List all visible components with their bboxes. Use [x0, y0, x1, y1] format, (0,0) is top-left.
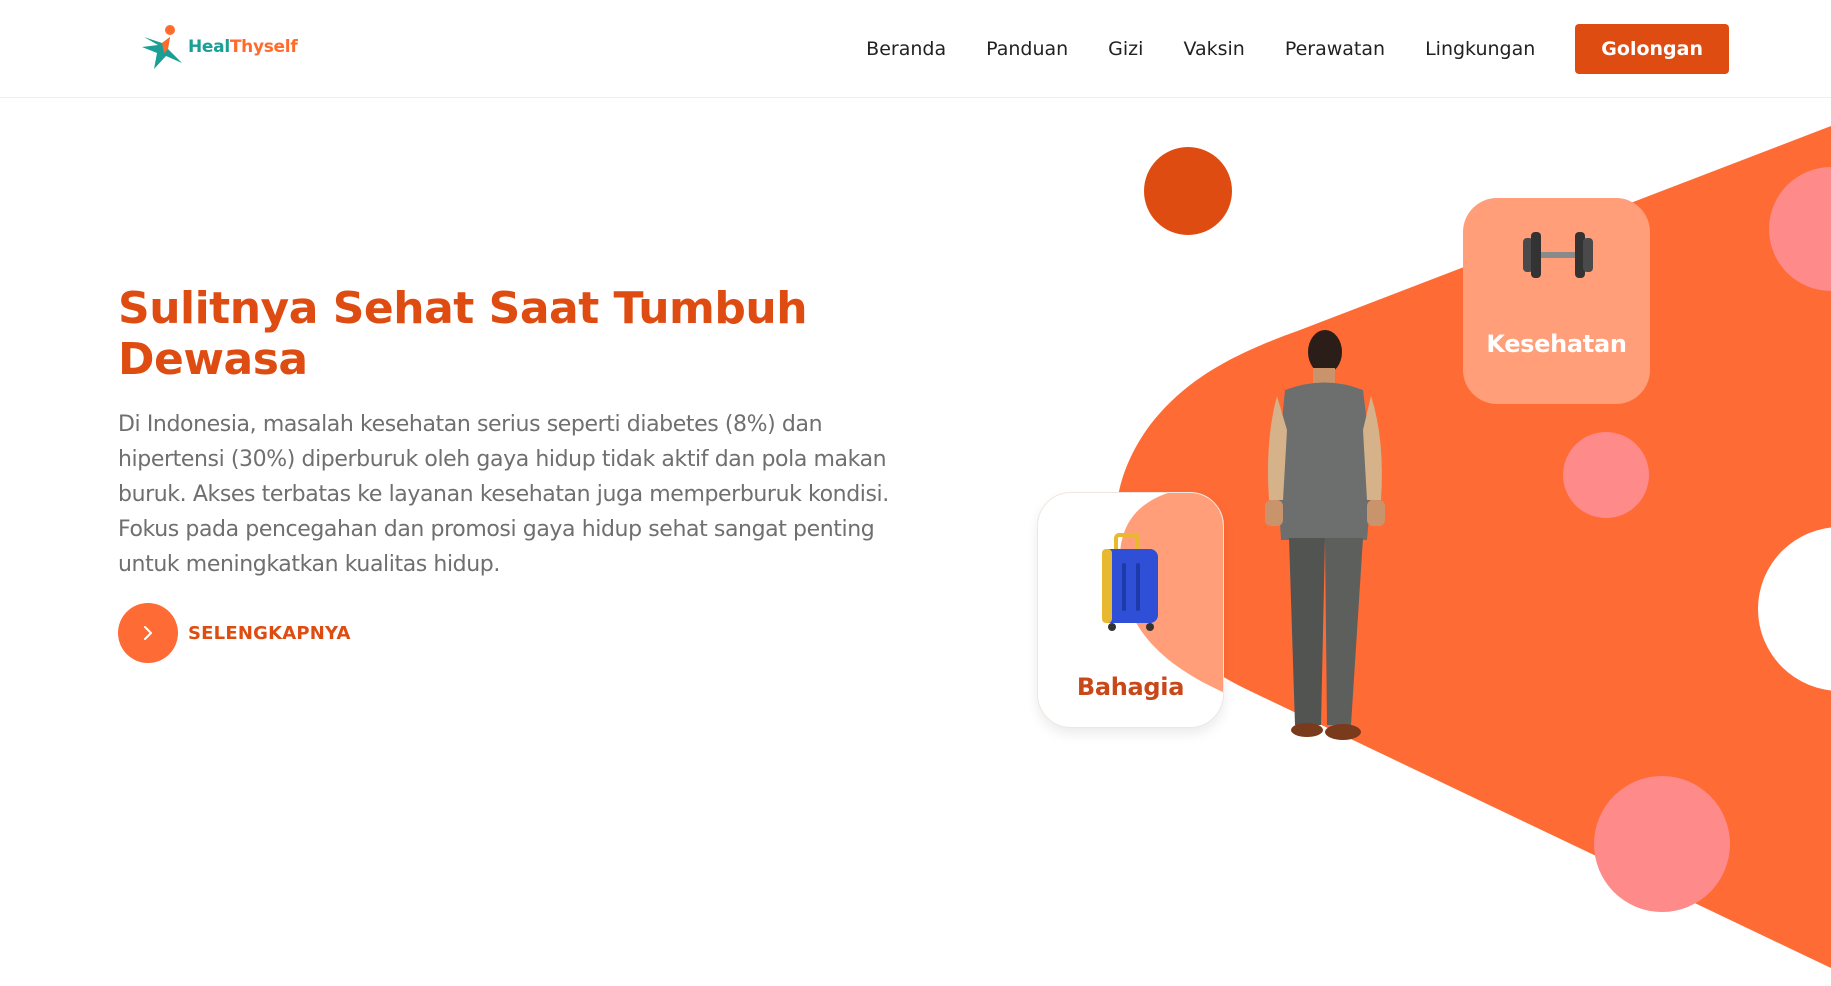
- star-person-icon: [142, 25, 182, 69]
- decor-circle-dark: [1144, 147, 1232, 235]
- brand-name-part2: Thyself: [229, 37, 298, 57]
- more-label: SELENGKAPNYA: [188, 622, 351, 644]
- chevron-right-icon: [144, 626, 152, 640]
- dumbbell-icon: [1523, 232, 1593, 278]
- suitcase-icon: [1102, 533, 1158, 631]
- man-figure: [1265, 330, 1385, 740]
- nav-item-lingkungan[interactable]: Lingkungan: [1425, 38, 1535, 60]
- hero-title: Sulitnya Sehat Saat Tumbuh Dewasa: [118, 283, 808, 385]
- golongan-button[interactable]: Golongan: [1575, 24, 1729, 74]
- brand-logo[interactable]: HealThyself: [140, 22, 298, 72]
- decor-circle-white: [1758, 527, 1831, 691]
- card-kesehatan-label: Kesehatan: [1486, 330, 1627, 358]
- card-kesehatan[interactable]: Kesehatan: [1463, 198, 1650, 404]
- main-nav: Beranda Panduan Gizi Vaksin Perawatan Li…: [866, 0, 1831, 98]
- orange-wedge: [1115, 126, 1831, 968]
- decor-circle-pink-large: [1594, 776, 1730, 912]
- decor-circle-pink-small: [1563, 432, 1649, 518]
- nav-item-panduan[interactable]: Panduan: [986, 38, 1068, 60]
- nav-item-beranda[interactable]: Beranda: [866, 38, 946, 60]
- brand-name-part1: Heal: [188, 37, 230, 57]
- brand-name: HealThyself: [188, 37, 298, 57]
- card-bahagia-orange-overlay: [1119, 493, 1223, 693]
- nav-item-vaksin[interactable]: Vaksin: [1183, 38, 1244, 60]
- site-header: HealThyself Beranda Panduan Gizi Vaksin …: [0, 0, 1831, 98]
- nav-item-perawatan[interactable]: Perawatan: [1285, 38, 1385, 60]
- hero-description: Di Indonesia, masalah kesehatan serius s…: [118, 412, 889, 577]
- nav-item-gizi[interactable]: Gizi: [1108, 38, 1143, 60]
- card-bahagia-label: Bahagia: [1076, 673, 1185, 701]
- selengkapnya-link[interactable]: SELENGKAPNYA: [118, 603, 351, 663]
- decor-circle-pink-edge: [1769, 167, 1831, 291]
- more-circle-button[interactable]: [118, 603, 178, 663]
- card-bahagia[interactable]: Bahagia: [1037, 492, 1224, 728]
